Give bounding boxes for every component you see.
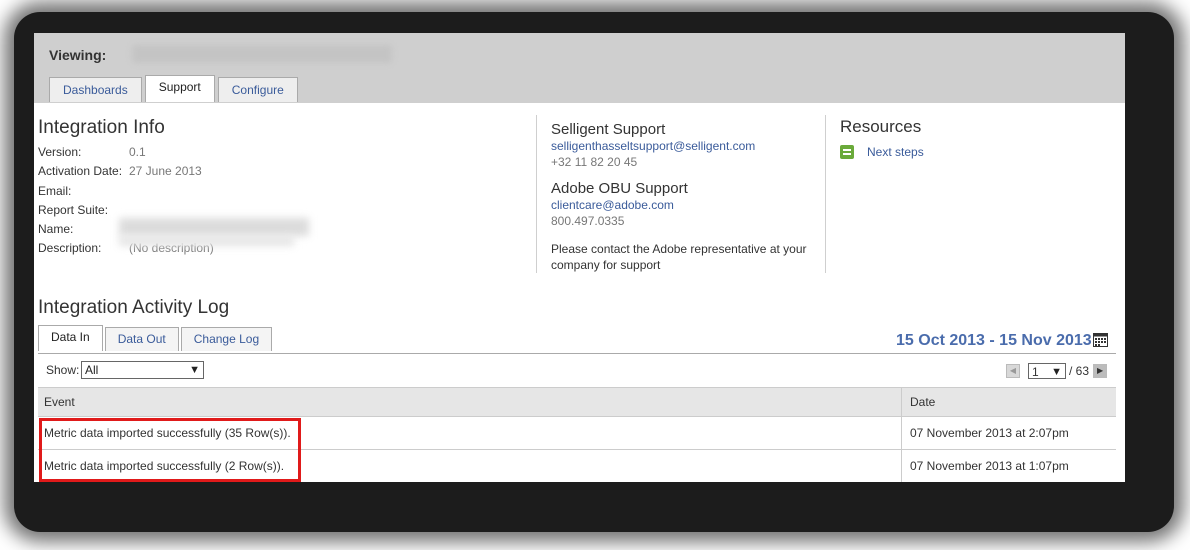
redacted-info-values xyxy=(119,236,294,246)
info-label: Name: xyxy=(38,222,74,237)
prev-page-icon[interactable]: ◀ xyxy=(1006,364,1020,378)
info-label: Activation Date: xyxy=(38,164,123,179)
adobe-support-title: Adobe OBU Support xyxy=(551,180,688,197)
app-window: Viewing: Dashboards Support Configure In… xyxy=(34,33,1125,482)
page-number: 1 xyxy=(1032,365,1039,379)
column-header-event[interactable]: Event xyxy=(38,388,902,416)
document-icon xyxy=(840,145,854,159)
info-value: 27 June 2013 xyxy=(129,164,202,179)
selligent-support-title: Selligent Support xyxy=(551,121,666,138)
column-divider xyxy=(825,115,826,273)
column-divider xyxy=(536,115,537,273)
next-steps-link[interactable]: Next steps xyxy=(867,145,924,159)
selligent-phone: +32 11 82 20 45 xyxy=(551,155,638,169)
show-label: Show: xyxy=(46,363,80,377)
info-row-version: Version: 0.1 xyxy=(38,145,214,164)
chevron-down-icon: ▼ xyxy=(189,364,200,376)
tab-data-out[interactable]: Data Out xyxy=(104,327,179,351)
page-total: / 63 xyxy=(1069,364,1090,378)
table-header: Event Date xyxy=(38,387,1116,417)
column-header-date[interactable]: Date xyxy=(902,388,935,416)
tab-dashboards[interactable]: Dashboards xyxy=(49,77,142,102)
info-label: Description: xyxy=(38,241,102,256)
info-label: Email: xyxy=(38,183,72,198)
date-cell: 07 November 2013 at 1:07pm xyxy=(910,459,1069,473)
pagination: ◀ 1 ▼ / 63 ▶ xyxy=(1006,363,1108,379)
info-label: Report Suite: xyxy=(38,202,109,217)
redacted-viewing-name xyxy=(132,45,392,63)
red-highlight-box xyxy=(39,418,301,482)
redacted-info-values xyxy=(119,218,309,236)
header-bar: Viewing: Dashboards Support Configure xyxy=(34,33,1125,103)
tab-configure[interactable]: Configure xyxy=(217,77,298,102)
tab-change-log[interactable]: Change Log xyxy=(180,327,273,351)
activity-log-title: Integration Activity Log xyxy=(38,297,230,318)
tab-data-in[interactable]: Data In xyxy=(38,325,103,351)
support-note: Please contact the Adobe representative … xyxy=(551,242,807,272)
info-row-activation-date: Activation Date: 27 June 2013 xyxy=(38,164,214,183)
date-range-label[interactable]: 15 Oct 2013 - 15 Nov 2013 xyxy=(896,332,1092,350)
selligent-email-link[interactable]: selligenthasseltsupport@selligent.com xyxy=(551,139,755,153)
info-label: Version: xyxy=(38,145,82,159)
info-row-email: Email: xyxy=(38,184,214,203)
adobe-email-link[interactable]: clientcare@adobe.com xyxy=(551,198,674,212)
info-value: 0.1 xyxy=(129,145,146,159)
resources-title: Resources xyxy=(840,117,922,136)
show-filter-value: All xyxy=(85,363,99,377)
chevron-down-icon: ▼ xyxy=(1051,366,1062,378)
calendar-icon[interactable] xyxy=(1093,332,1108,347)
main-tabs: Dashboards Support Configure xyxy=(49,75,301,103)
activity-tabs: Data In Data Out Change Log xyxy=(38,325,274,353)
show-filter-select[interactable]: All ▼ xyxy=(81,361,204,379)
page-select[interactable]: 1 ▼ xyxy=(1028,363,1066,379)
adobe-phone: 800.497.0335 xyxy=(551,214,625,228)
integration-info-title: Integration Info xyxy=(38,117,165,138)
next-page-icon[interactable]: ▶ xyxy=(1093,364,1108,378)
date-cell: 07 November 2013 at 2:07pm xyxy=(910,426,1069,440)
tab-panel-border xyxy=(38,353,1116,354)
viewing-label: Viewing: xyxy=(49,47,107,63)
tab-support[interactable]: Support xyxy=(144,75,215,102)
